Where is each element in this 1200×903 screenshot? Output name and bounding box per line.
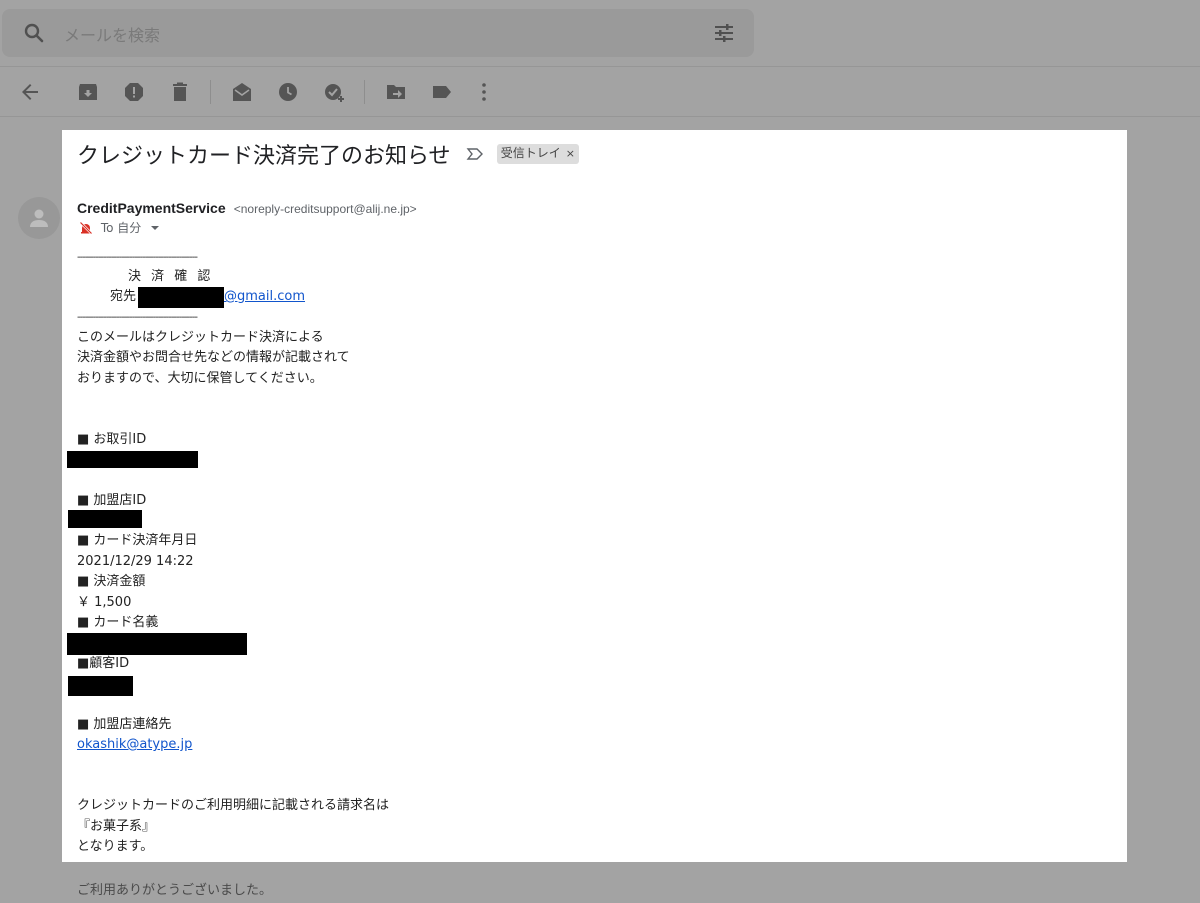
delete-icon[interactable] xyxy=(168,80,192,104)
search-options-icon[interactable] xyxy=(712,21,736,45)
recipient-label: 宛先 xyxy=(110,289,137,304)
billing-line-3: となります。 xyxy=(77,839,154,854)
card-holder-label: ■ カード名義 xyxy=(77,615,159,630)
divider-line: ----------------------------------------… xyxy=(77,252,198,263)
chevron-down-icon[interactable] xyxy=(151,225,160,230)
inbox-label-text: 受信トレイ xyxy=(500,146,561,160)
move-to-folder-icon[interactable] xyxy=(384,80,408,104)
label-tag-icon[interactable] xyxy=(430,80,454,104)
sender-line: CreditPaymentService <noreply-creditsupp… xyxy=(77,198,417,217)
redaction-bar xyxy=(67,633,247,655)
merchant-contact-label: ■ 加盟店連絡先 xyxy=(77,717,172,732)
transaction-id-label: ■ お取引ID xyxy=(77,432,147,447)
header-divider xyxy=(0,66,1200,67)
report-spam-icon[interactable] xyxy=(122,80,146,104)
intro-line-2: 決済金額やお問合せ先などの情報が記載されて xyxy=(77,350,350,365)
archive-icon[interactable] xyxy=(76,80,100,104)
intro-line-1: このメールはクレジットカード決済による xyxy=(77,330,324,345)
toolbar-separator xyxy=(364,80,365,104)
intro-line-3: おりますので、大切に保管してください。 xyxy=(77,371,323,386)
recipient-details[interactable]: To 自分 xyxy=(79,219,160,236)
back-arrow-icon[interactable] xyxy=(18,80,42,104)
person-icon xyxy=(30,209,48,227)
redaction-bar xyxy=(68,676,133,696)
subject-row: クレジットカード決済完了のお知らせ 受信トレイ × xyxy=(77,138,579,174)
redaction-bar xyxy=(138,287,224,308)
card-date-label: ■ カード決済年月日 xyxy=(77,533,198,548)
importance-marker-icon[interactable] xyxy=(466,145,484,163)
toolbar-separator xyxy=(210,80,211,104)
divider-line: ----------------------------------------… xyxy=(77,312,198,323)
mark-as-read-icon[interactable] xyxy=(230,80,254,104)
billing-line-1: クレジットカードのご利用明細に記載される請求名は xyxy=(77,798,390,813)
snooze-clock-icon[interactable] xyxy=(276,80,300,104)
customer-id-label: ■顧客ID xyxy=(77,656,130,671)
email-subject: クレジットカード決済完了のお知らせ xyxy=(77,144,451,169)
amount-value: ￥ 1,500 xyxy=(77,595,132,610)
message-toolbar xyxy=(0,68,1200,116)
redaction-bar xyxy=(68,510,142,528)
inbox-label-chip[interactable]: 受信トレイ × xyxy=(496,144,579,164)
billing-line-2: 『お菓子系』 xyxy=(77,819,156,834)
remove-label-icon[interactable]: × xyxy=(566,147,575,160)
search-bar[interactable]: メールを検索 xyxy=(2,9,754,57)
redaction-bar xyxy=(67,451,198,468)
body-heading: 決 済 確 認 xyxy=(128,269,214,284)
toolbar-divider xyxy=(0,116,1200,117)
sender-avatar xyxy=(18,197,60,239)
more-options-icon[interactable] xyxy=(472,80,496,104)
sender-name[interactable]: CreditPaymentService xyxy=(77,200,226,216)
to-recipient: To 自分 xyxy=(100,221,142,235)
unverified-sender-icon xyxy=(79,221,93,234)
recipient-email-link[interactable]: @gmail.com xyxy=(224,289,305,305)
merchant-contact-link[interactable]: okashik@atype.jp xyxy=(77,737,192,753)
search-input[interactable]: メールを検索 xyxy=(64,22,160,46)
closing-text: ご利用ありがとうございました。 xyxy=(77,883,273,898)
search-icon[interactable] xyxy=(22,21,46,45)
sender-email: <noreply-creditsupport@alij.ne.jp> xyxy=(233,202,417,216)
amount-label: ■ 決済金額 xyxy=(77,574,146,589)
add-to-tasks-icon[interactable] xyxy=(322,80,346,104)
merchant-id-label: ■ 加盟店ID xyxy=(77,493,147,508)
card-date-value: 2021/12/29 14:22 xyxy=(77,554,194,569)
email-view: クレジットカード決済完了のお知らせ 受信トレイ × CreditPaymentSe… xyxy=(62,130,1127,862)
